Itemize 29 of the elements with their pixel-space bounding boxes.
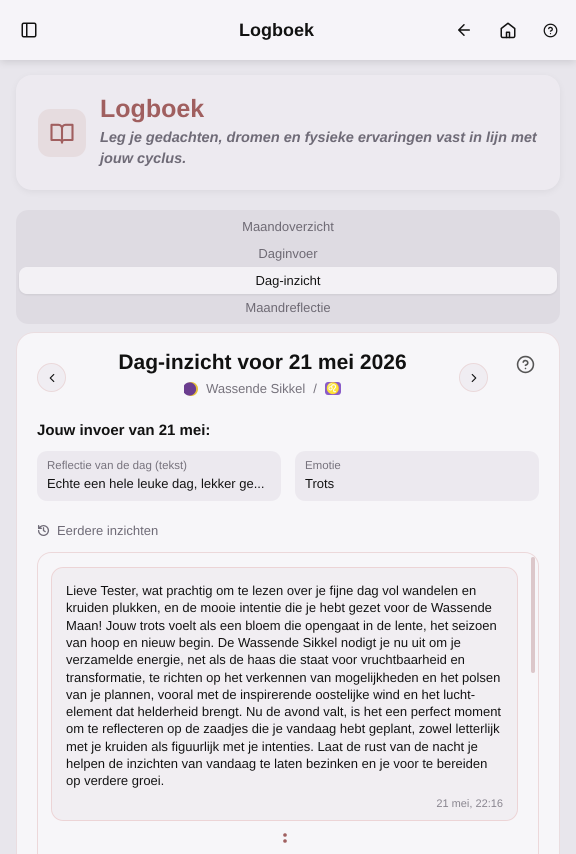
- field-value: Echte een hele leuke dag, lekker ge...: [47, 476, 266, 492]
- field-value: Trots: [305, 476, 336, 492]
- field-label: Emotie: [305, 460, 342, 472]
- history-icon: [37, 524, 50, 538]
- tab[interactable]: Daginvoer: [19, 240, 557, 268]
- arrow-left-icon: [455, 21, 473, 39]
- field-label: Reflectie van de dag (tekst): [47, 460, 188, 472]
- sidebar-icon: [20, 21, 38, 39]
- entry-heading: Jouw invoer van 21 mei:: [37, 422, 212, 440]
- header-subtitle: Leg je gedachten, dromen en fysieke ervaringen vast in lijn met jouw cyclus.: [100, 129, 538, 170]
- insight-title: Dag-inzicht voor 21 mei 2026: [117, 351, 408, 376]
- help-icon: [516, 355, 535, 374]
- page-title: Logboek: [238, 20, 315, 40]
- moon-icon: [184, 382, 198, 396]
- history-label: Eerdere inzichten: [57, 523, 158, 538]
- tab[interactable]: Maandoverzicht: [19, 213, 557, 240]
- more-icon[interactable]: [282, 832, 286, 845]
- home-icon: [499, 21, 517, 39]
- tab[interactable]: Maandreflectie: [19, 294, 557, 322]
- help-icon: [543, 22, 558, 38]
- message-text: Lieve Tester, wat prachtig om te lezen over je fijne dag vol wandelen en kruiden plukken, en de mooie intentie die je hebt gezet voor de Wassende Maan! Jouw trots voelt als een bloem die opengaat in de lente, het seizoen van hoop en nieuw begin. De Wassende Sikkel nodigt je nu uit om je verzamelde energie, net als de haas die staat voor vruchtbaarheid en transformatie, te richten op het verkennen van mogelijkheden en het polsen van je plannen, vooral met de inspirerende oostelijke wind en het lucht-element dat helderheid brengt. Nu de avond valt, is het een perfect moment om te reflecteren op de zaadjes die je vandaag hebt geplant, zowel letterlijk met je kruiden als figuurlijk met je intenties. Laat de rust van de nacht je helpen de inzichten van vandaag te laten bezinken en je voor te bereiden op verdere groei.: [66, 582, 502, 790]
- header-title: Logboek: [100, 95, 206, 124]
- zodiac-sign: ♌: [324, 382, 341, 396]
- separator: /: [313, 381, 317, 396]
- tab[interactable]: Dag-inzicht: [19, 267, 557, 294]
- book-icon: [38, 109, 86, 157]
- message-time: 21 mei, 22:16: [435, 798, 503, 810]
- moon-phase: Wassende Sikkel: [206, 381, 306, 396]
- scrollbar[interactable]: [531, 557, 535, 674]
